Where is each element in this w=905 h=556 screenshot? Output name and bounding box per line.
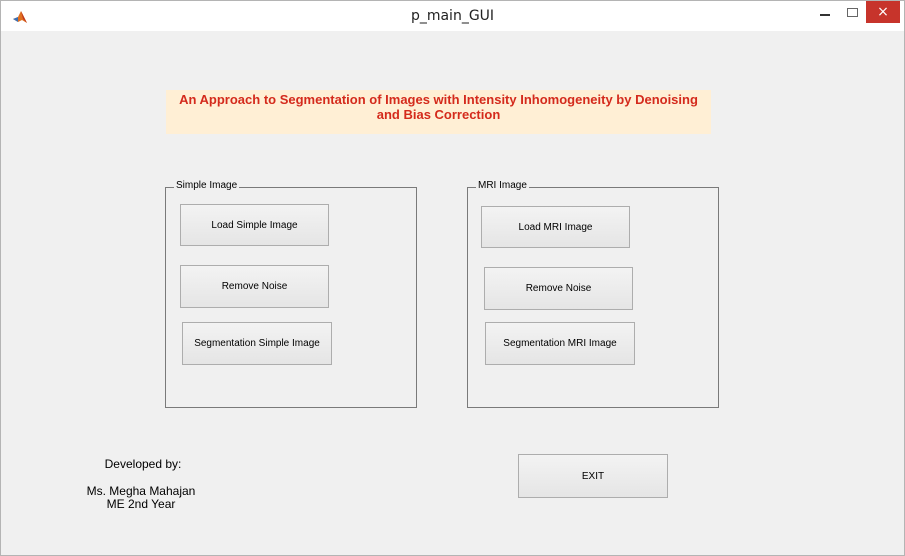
developer-credit: Ms. Megha Mahajan ME 2nd Year — [71, 485, 211, 511]
app-window: p_main_GUI × An Approach to Segmentation… — [0, 0, 905, 556]
exit-button[interactable]: EXIT — [518, 454, 668, 498]
page-heading: An Approach to Segmentation of Images wi… — [166, 90, 711, 134]
maximize-icon — [846, 7, 858, 17]
developed-by-label: Developed by: — [104, 457, 182, 471]
maximize-button[interactable] — [840, 1, 864, 23]
heading-line-2: and Bias Correction — [376, 107, 501, 122]
title-bar[interactable]: p_main_GUI × — [1, 1, 904, 31]
window-title: p_main_GUI — [410, 8, 495, 24]
remove-noise-simple-button[interactable]: Remove Noise — [180, 265, 329, 308]
developer-year: ME 2nd Year — [106, 497, 176, 511]
simple-image-panel-title: Simple Image — [174, 180, 240, 191]
close-button[interactable]: × — [866, 1, 900, 23]
load-mri-image-button[interactable]: Load MRI Image — [481, 206, 630, 248]
heading-line-1: An Approach to Segmentation of Images wi… — [179, 92, 698, 107]
remove-noise-mri-button[interactable]: Remove Noise — [484, 267, 633, 310]
minimize-button[interactable] — [812, 1, 838, 23]
segmentation-mri-image-button[interactable]: Segmentation MRI Image — [485, 322, 635, 365]
minimize-icon — [820, 14, 830, 16]
segmentation-simple-image-button[interactable]: Segmentation Simple Image — [182, 322, 332, 365]
load-simple-image-button[interactable]: Load Simple Image — [180, 204, 329, 246]
close-icon: × — [877, 4, 889, 20]
mri-image-panel-title: MRI Image — [476, 180, 529, 191]
